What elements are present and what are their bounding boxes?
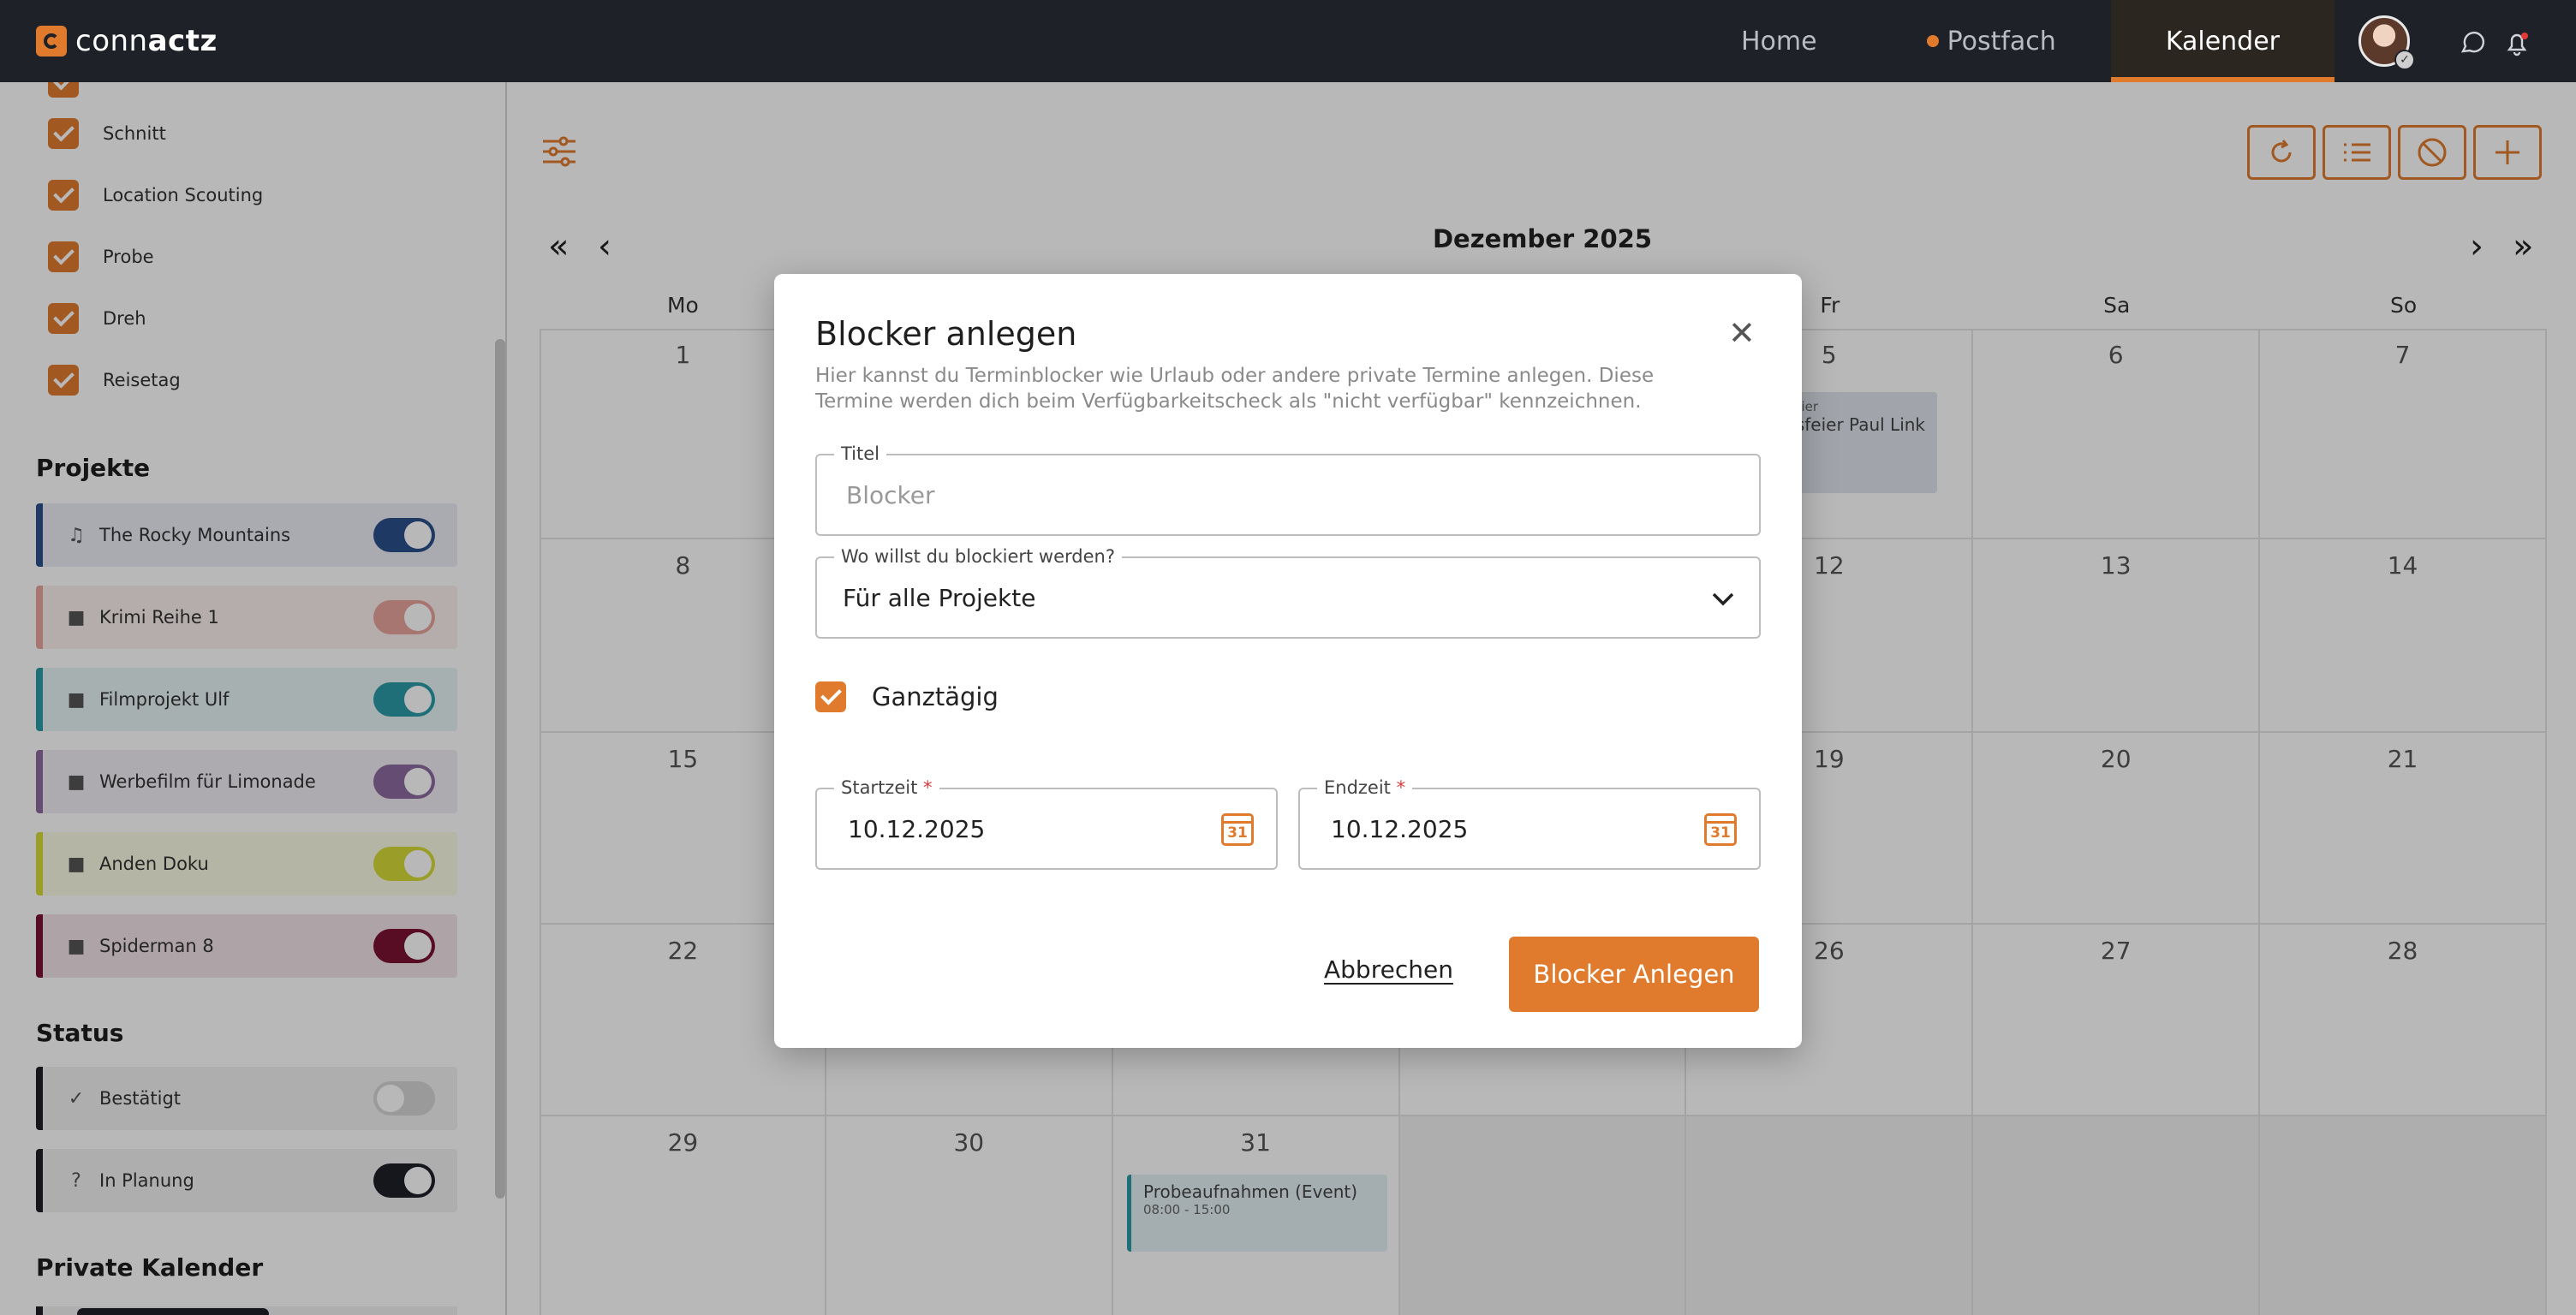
create-blocker-button[interactable]: Blocker Anlegen [1509,937,1759,1012]
calendar-icon[interactable]: 31 [1704,813,1737,846]
nav-inbox-label: Postfach [1947,26,2056,57]
brand-logo[interactable]: connactz [36,24,218,58]
title-input[interactable]: Blocker [846,455,934,534]
calendar-icon[interactable]: 31 [1221,813,1254,846]
nav-home[interactable]: Home [1686,0,1872,82]
close-icon[interactable]: ✕ [1728,317,1756,349]
nav-home-label: Home [1741,26,1817,57]
end-date-input[interactable]: 10.12.2025 [1331,789,1468,868]
dialog-title: Blocker anlegen [815,315,1077,353]
scope-select-value: Für alle Projekte [843,583,1036,612]
brand-name-light: conn [75,24,148,58]
logo-mark-icon [36,26,67,57]
start-date-field[interactable]: Startzeit * 10.12.2025 31 [815,777,1278,870]
calendar-icon-day: 31 [1227,824,1248,842]
scope-select[interactable]: Wo willst du blockiert werden? Für alle … [815,546,1761,639]
calendar-icon-day: 31 [1710,824,1731,842]
start-date-input[interactable]: 10.12.2025 [848,789,985,868]
brand-name-bold: actz [147,24,218,58]
all-day-row[interactable]: Ganztägig [815,681,999,712]
chevron-down-icon [1712,592,1734,606]
main-nav: Home Postfach Kalender [1686,0,2335,82]
nav-inbox[interactable]: Postfach [1872,0,2111,82]
nav-calendar[interactable]: Kalender [2110,0,2335,82]
dialog-description: Hier kannst du Terminblocker wie Urlaub … [815,365,1655,413]
cancel-button[interactable]: Abbrechen [1324,955,1453,984]
title-field[interactable]: Titel Blocker [815,443,1761,536]
all-day-checkbox[interactable] [815,681,846,712]
avatar-check-icon: ✓ [2394,50,2415,70]
bell-icon[interactable] [2502,29,2531,58]
all-day-label: Ganztägig [872,682,999,711]
create-blocker-dialog: Blocker anlegen ✕ Hier kannst du Terminb… [774,274,1802,1048]
end-date-field[interactable]: Endzeit * 10.12.2025 31 [1298,777,1761,870]
nav-calendar-label: Kalender [2165,26,2280,57]
top-navigation: connactz Home Postfach Kalender ✓ [0,0,2576,82]
chat-icon[interactable] [2458,29,2487,58]
unread-dot-icon [1926,35,1939,47]
